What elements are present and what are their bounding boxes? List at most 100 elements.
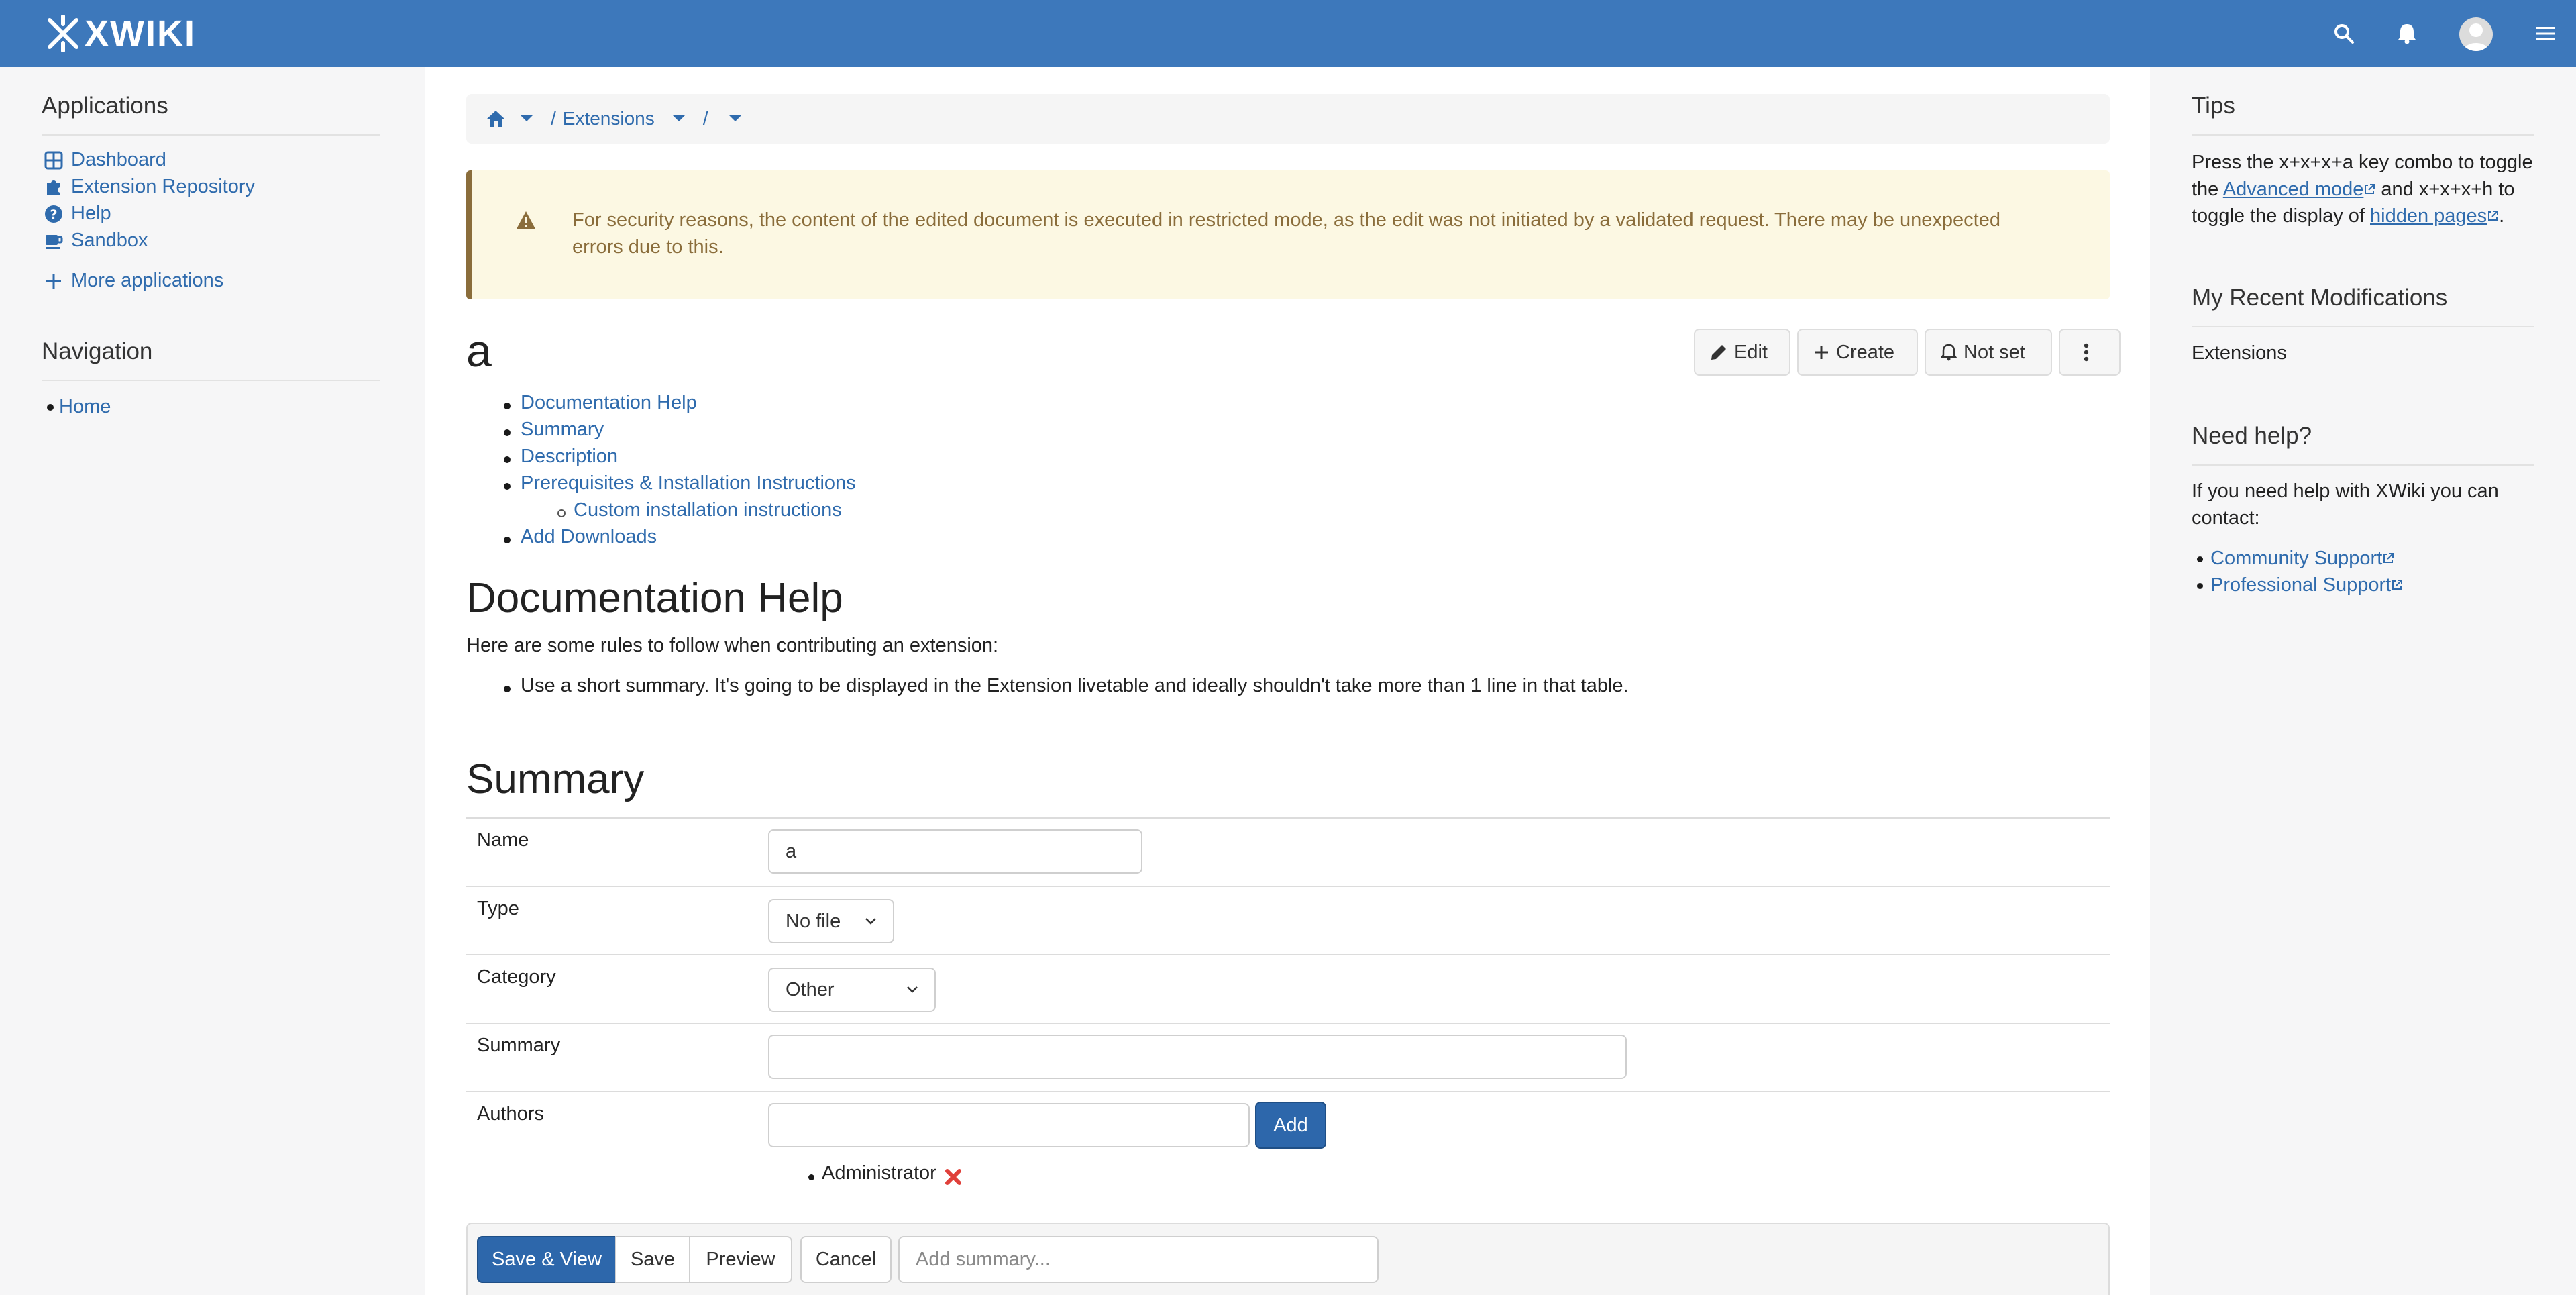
- app-item-label: Help: [71, 203, 111, 224]
- summary-label: Summary: [477, 1035, 561, 1056]
- toc-item-prerequisites[interactable]: Prerequisites & Installation Instruction…: [521, 472, 856, 495]
- toc-bullet: [504, 456, 511, 463]
- save-button[interactable]: Save: [615, 1236, 690, 1283]
- type-select[interactable]: No file: [768, 899, 894, 943]
- nav-item-home[interactable]: Home: [47, 396, 111, 418]
- external-link-icon: [2383, 553, 2394, 563]
- save-and-view-button[interactable]: Save & View: [477, 1236, 616, 1283]
- help-bullet: [2197, 556, 2203, 562]
- authors-input[interactable]: [768, 1103, 1250, 1147]
- hidden-pages-link[interactable]: hidden pages: [2370, 205, 2487, 227]
- authors-label: Authors: [477, 1103, 544, 1125]
- navigation-divider: [42, 380, 380, 381]
- summary-heading: Summary: [466, 756, 645, 802]
- chevron-down-icon[interactable]: [729, 115, 742, 123]
- row-divider: [466, 1023, 2110, 1024]
- app-item-dashboard[interactable]: Dashboard: [44, 149, 166, 171]
- name-input[interactable]: a: [768, 829, 1142, 874]
- xwiki-logo-icon: [48, 15, 78, 52]
- left-sidebar: Applications Dashboard Extension Reposit…: [0, 67, 425, 1295]
- user-avatar[interactable]: [2459, 17, 2493, 51]
- more-applications-label: More applications: [71, 270, 224, 291]
- tips-divider: [2192, 134, 2534, 136]
- drawer-menu-button[interactable]: [2529, 17, 2561, 50]
- breadcrumb-extensions[interactable]: Extensions: [563, 108, 655, 130]
- external-link-icon: [2392, 580, 2403, 590]
- notify-label: Not set: [1964, 341, 2025, 363]
- community-support-item[interactable]: Community Support: [2210, 545, 2559, 572]
- warning-text: For security reasons, the content of the…: [572, 209, 2000, 258]
- applications-divider: [42, 134, 380, 136]
- logo-text: XWIKI: [85, 13, 196, 54]
- author-bullet: [808, 1174, 814, 1180]
- tips-text: Press the x+x+x+a key combo to toggle th…: [2192, 149, 2540, 229]
- breadcrumb-separator: /: [702, 108, 708, 129]
- warning-icon: [517, 211, 535, 229]
- row-divider: [466, 1091, 2110, 1092]
- summary-input[interactable]: [768, 1035, 1627, 1079]
- chevron-down-icon: [865, 918, 876, 925]
- chevron-down-icon[interactable]: [520, 115, 533, 123]
- help-icon: ?: [45, 205, 62, 223]
- toc-item-custom-installation[interactable]: Custom installation instructions: [574, 499, 842, 521]
- app-item-help[interactable]: ? Help: [44, 203, 111, 225]
- row-divider: [466, 954, 2110, 955]
- more-actions-button[interactable]: [2059, 329, 2121, 376]
- applications-title: Applications: [42, 93, 168, 119]
- author-entry: Administrator: [822, 1162, 936, 1184]
- bell-icon: [2398, 24, 2416, 44]
- puzzle-icon: [47, 180, 60, 195]
- advanced-mode-link[interactable]: Advanced mode: [2223, 178, 2364, 200]
- app-item-sandbox[interactable]: Sandbox: [44, 229, 148, 252]
- edit-summary-input[interactable]: Add summary...: [898, 1236, 1379, 1283]
- svg-text:?: ?: [50, 207, 57, 222]
- tips-text-part: .: [2499, 205, 2505, 227]
- plus-icon: [1815, 346, 1828, 359]
- navigation-title: Navigation: [42, 338, 153, 364]
- toc-item-summary[interactable]: Summary: [521, 419, 604, 441]
- right-sidebar: Tips Press the x+x+x+a key combo to togg…: [2150, 67, 2576, 1295]
- more-applications-link[interactable]: More applications: [44, 270, 223, 292]
- toc-item-add-downloads[interactable]: Add Downloads: [521, 526, 657, 548]
- home-icon[interactable]: [486, 110, 505, 127]
- notifications-watch-button[interactable]: Not set: [1925, 329, 2052, 376]
- recent-modifications-title: My Recent Modifications: [2192, 284, 2448, 311]
- chevron-down-icon[interactable]: [672, 115, 686, 123]
- hamburger-icon: [2536, 27, 2555, 40]
- type-label: Type: [477, 898, 519, 919]
- chevron-down-icon: [907, 986, 918, 993]
- professional-support-item[interactable]: Professional Support: [2210, 572, 2559, 599]
- page-title: a: [466, 325, 492, 376]
- app-item-extension-repository[interactable]: Extension Repository: [44, 176, 255, 198]
- edit-button[interactable]: Edit: [1694, 329, 1790, 376]
- nav-bullet: [47, 403, 54, 411]
- rule-bullet: [504, 686, 511, 692]
- search-button[interactable]: [2328, 17, 2360, 50]
- community-support-link[interactable]: Community Support: [2210, 548, 2382, 569]
- add-author-button[interactable]: Add: [1255, 1102, 1326, 1149]
- documentation-help-heading: Documentation Help: [466, 575, 843, 621]
- toc-sub-bullet: [557, 509, 566, 517]
- row-divider: [466, 886, 2110, 887]
- user-icon: [2463, 23, 2489, 51]
- xwiki-logo[interactable]: XWIKI: [44, 13, 196, 54]
- professional-support-link[interactable]: Professional Support: [2210, 574, 2391, 596]
- category-select[interactable]: Other: [768, 968, 936, 1012]
- documentation-help-intro: Here are some rules to follow when contr…: [466, 635, 999, 656]
- toc-item-description[interactable]: Description: [521, 446, 618, 468]
- toc-item-documentation-help[interactable]: Documentation Help: [521, 392, 697, 414]
- cancel-button[interactable]: Cancel: [800, 1236, 892, 1283]
- create-label: Create: [1836, 341, 1895, 363]
- app-item-label: Sandbox: [71, 229, 148, 251]
- create-button[interactable]: Create: [1797, 329, 1918, 376]
- recent-item-extensions[interactable]: Extensions: [2192, 340, 2540, 366]
- help-divider: [2192, 464, 2534, 466]
- breadcrumb-separator: /: [551, 108, 556, 129]
- dashboard-icon: [44, 151, 63, 169]
- app-item-label: Extension Repository: [71, 176, 256, 197]
- preview-button[interactable]: Preview: [689, 1236, 792, 1283]
- remove-author-icon[interactable]: [944, 1168, 963, 1186]
- kebab-menu-icon: [2084, 343, 2089, 362]
- category-select-value: Other: [786, 978, 835, 1000]
- notifications-button[interactable]: [2391, 17, 2423, 50]
